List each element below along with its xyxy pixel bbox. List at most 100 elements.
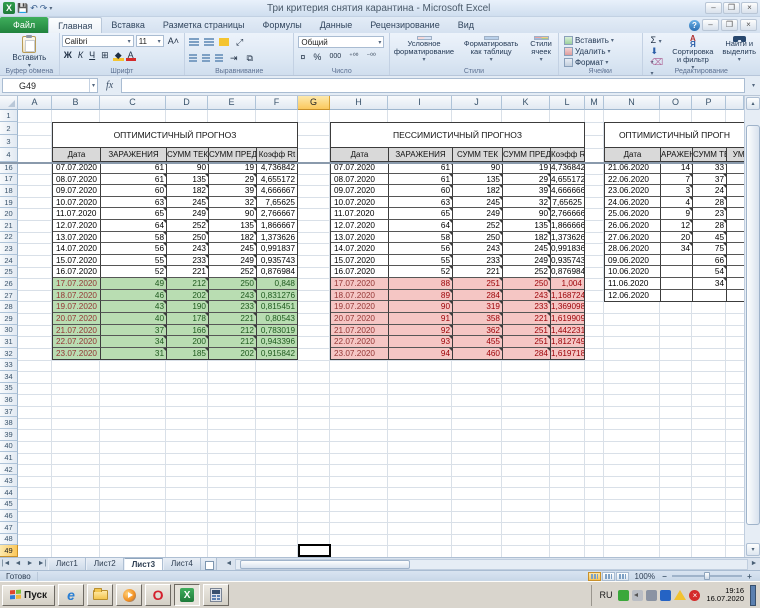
cell[interactable]: 22.07.2020 (331, 336, 389, 348)
cell[interactable] (727, 197, 744, 209)
taskbar-media-player-button[interactable] (116, 584, 143, 606)
paste-button[interactable]: Вставить ▾ (2, 35, 57, 70)
cell[interactable]: 245 (503, 243, 551, 255)
font-color-button[interactable]: А (125, 49, 136, 61)
cell[interactable] (693, 289, 727, 302)
cell[interactable]: 09.07.2020 (331, 185, 389, 197)
cell[interactable] (661, 266, 693, 279)
row-header-27[interactable]: 27 (0, 289, 18, 302)
grow-font-button[interactable]: A˄ (166, 35, 181, 47)
cell[interactable]: 250 (209, 278, 257, 290)
cell[interactable]: 135 (453, 173, 503, 186)
cell[interactable]: 243 (209, 289, 257, 302)
cell[interactable]: 90 (503, 208, 551, 221)
row-header-20[interactable]: 20 (0, 208, 18, 221)
cell[interactable]: 233 (453, 254, 503, 267)
row-header-44[interactable]: 44 (0, 487, 18, 499)
zoom-out-icon[interactable]: − (660, 572, 669, 581)
cell[interactable]: 252 (209, 266, 257, 279)
cell[interactable] (727, 208, 744, 221)
cell[interactable]: 58 (101, 231, 167, 244)
row-header-3[interactable]: 3 (0, 135, 18, 148)
cell[interactable]: 52 (101, 266, 167, 279)
tab-formulas[interactable]: Формулы (254, 17, 311, 33)
normal-view-button[interactable] (587, 571, 601, 581)
cell[interactable]: 250 (167, 231, 209, 244)
cell-styles-button[interactable]: Стили ячеек ▾ (526, 35, 556, 65)
vertical-scrollbar[interactable]: ▴ ▾ (744, 96, 760, 557)
cell[interactable]: 182 (503, 231, 551, 244)
align-right-icon[interactable] (215, 54, 223, 62)
column-header-H[interactable]: H (330, 96, 388, 110)
cell[interactable]: 252 (503, 266, 551, 279)
cell[interactable]: 212 (167, 278, 209, 290)
cell[interactable]: 61 (101, 173, 167, 186)
cell[interactable]: 0,935743 (257, 255, 297, 267)
cell[interactable] (727, 266, 744, 279)
cell[interactable]: 221 (503, 312, 551, 325)
cell[interactable]: 16.07.2020 (331, 266, 389, 279)
column-header-B[interactable]: B (52, 96, 100, 110)
cell[interactable]: 212 (209, 324, 257, 337)
cell[interactable]: 09.07.2020 (53, 185, 101, 197)
tab-insert[interactable]: Вставка (102, 17, 153, 33)
row-header-17[interactable]: 17 (0, 173, 18, 186)
table-optimistic-2[interactable]: ОПТИМИСТИЧНЫЙ ПРОГНДатаАРАЖЕНИСУММ ТЕКУМ… (604, 122, 744, 303)
cell[interactable] (727, 220, 744, 232)
cell[interactable]: 1,812749 (551, 336, 584, 348)
taskbar-explorer-button[interactable] (87, 584, 114, 606)
column-header-L[interactable]: L (550, 96, 585, 110)
cell[interactable]: 185 (167, 347, 209, 360)
cell[interactable]: 249 (167, 208, 209, 221)
horizontal-scrollbar[interactable]: ◄ ► (223, 558, 760, 570)
decrease-decimal-icon[interactable]: ⁻⁰⁰ (364, 51, 377, 63)
sort-filter-button[interactable]: АЯ Сортировка и фильтр ▾ (670, 35, 715, 72)
tray-messenger-icon[interactable] (618, 589, 630, 601)
column-header-D[interactable]: D (166, 96, 208, 110)
cell[interactable]: 21.07.2020 (53, 324, 101, 337)
cell[interactable]: 58 (389, 231, 453, 244)
cell[interactable]: 12.06.2020 (605, 289, 661, 302)
cell[interactable]: 1,373626 (257, 232, 297, 244)
row-header-48[interactable]: 48 (0, 533, 18, 546)
delete-cells-button[interactable]: Удалить ▾ (563, 46, 640, 57)
tray-network-icon[interactable] (646, 589, 658, 601)
borders-button[interactable]: ⊞ (99, 49, 111, 61)
align-middle-icon[interactable] (204, 38, 214, 46)
cell[interactable]: 12.07.2020 (331, 220, 389, 232)
row-header-23[interactable]: 23 (0, 243, 18, 255)
cell[interactable]: 251 (503, 336, 551, 348)
fill-button[interactable]: ⬇ ▾ (649, 46, 666, 66)
cell[interactable]: 14.07.2020 (53, 243, 101, 255)
cell[interactable]: 1,4422311 (551, 325, 584, 337)
row-header-45[interactable]: 45 (0, 498, 18, 511)
taskbar-excel-button[interactable]: X (174, 584, 201, 606)
cell[interactable]: 16.07.2020 (53, 266, 101, 279)
row-header-42[interactable]: 42 (0, 463, 18, 476)
cell[interactable]: 182 (453, 185, 503, 197)
row-header-31[interactable]: 31 (0, 336, 18, 348)
cell[interactable]: 45 (693, 231, 727, 244)
cell[interactable]: 200 (167, 336, 209, 348)
cell[interactable]: 18.07.2020 (53, 289, 101, 302)
cell[interactable]: 39 (209, 185, 257, 197)
cell[interactable]: 21.07.2020 (331, 324, 389, 337)
scroll-up-icon[interactable]: ▴ (746, 97, 760, 110)
cell[interactable]: 17.07.2020 (331, 278, 389, 290)
cell[interactable]: 65 (389, 208, 453, 221)
currency-icon[interactable]: ¤ (298, 51, 307, 63)
taskbar-opera-button[interactable]: O (145, 584, 172, 606)
row-header-38[interactable]: 38 (0, 417, 18, 430)
row-header-47[interactable]: 47 (0, 521, 18, 534)
cell[interactable]: 251 (503, 324, 551, 337)
cell[interactable]: 460 (453, 347, 503, 360)
first-sheet-icon[interactable]: |◄ (0, 558, 12, 570)
workbook-minimize-button[interactable]: – (702, 19, 719, 31)
table-column-header[interactable]: Дата (53, 148, 101, 161)
cell[interactable]: 0,8769841 (551, 266, 584, 279)
column-header-E[interactable]: E (208, 96, 256, 110)
formula-input[interactable] (121, 78, 745, 93)
column-header-A[interactable]: A (18, 96, 52, 110)
zoom-slider[interactable] (672, 572, 742, 580)
column-header-I[interactable]: I (388, 96, 452, 110)
